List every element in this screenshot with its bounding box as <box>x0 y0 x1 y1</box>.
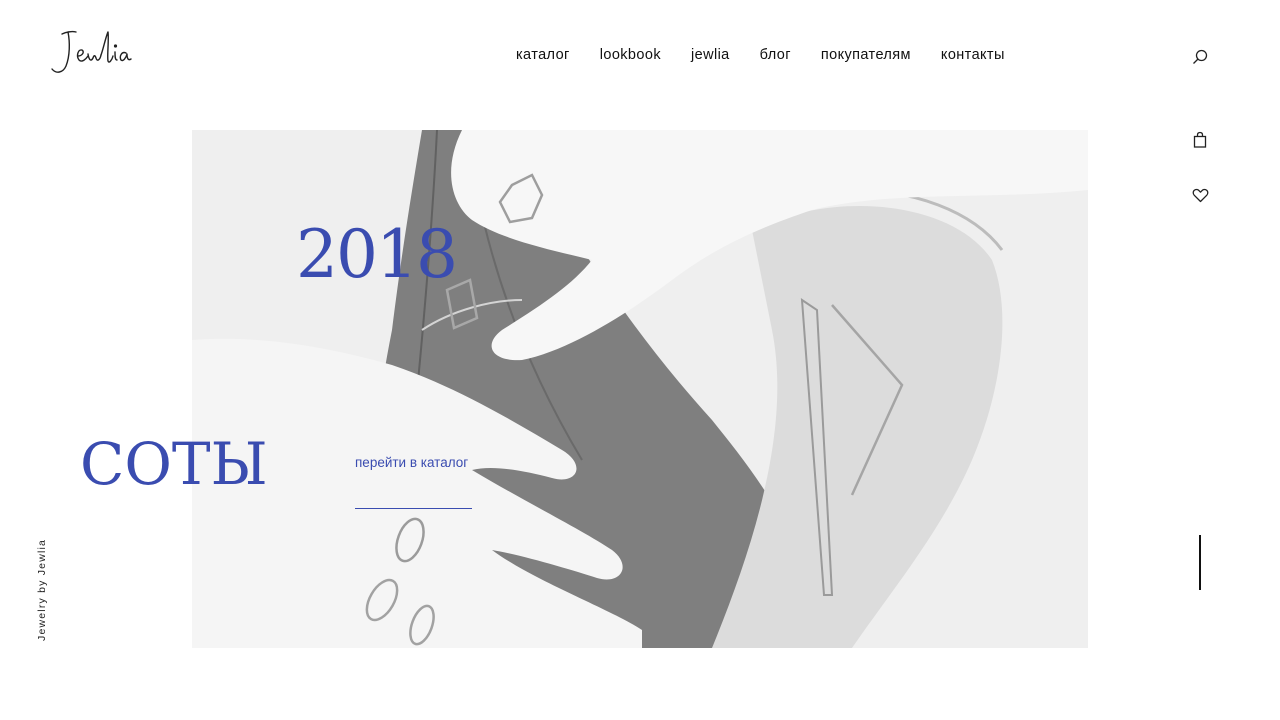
search-icon[interactable] <box>1189 46 1211 68</box>
nav-item-catalog[interactable]: каталог <box>516 46 570 64</box>
catalog-link-underline <box>355 508 472 509</box>
nav-item-jewlia[interactable]: jewlia <box>691 46 730 64</box>
nav-item-customers[interactable]: покупателям <box>821 46 911 64</box>
main-nav: каталог lookbook jewlia блог покупателям… <box>516 46 1005 64</box>
brand-logo[interactable] <box>48 26 148 78</box>
hero-image <box>192 130 1088 648</box>
vertical-caption: Jewelry by Jewlia <box>22 476 48 641</box>
vertical-caption-text: Jewelry by Jewlia <box>36 538 48 641</box>
nav-item-lookbook[interactable]: lookbook <box>600 46 661 64</box>
nav-item-blog[interactable]: блог <box>760 46 791 64</box>
heart-icon[interactable] <box>1189 184 1211 206</box>
collection-title: СОТЫ <box>80 430 268 498</box>
catalog-link[interactable]: перейти в каталог <box>355 455 468 471</box>
shopping-bag-icon[interactable] <box>1189 129 1211 151</box>
nav-item-contacts[interactable]: контакты <box>941 46 1005 64</box>
scroll-indicator <box>1199 535 1201 590</box>
hero-year: 2018 <box>296 216 458 293</box>
